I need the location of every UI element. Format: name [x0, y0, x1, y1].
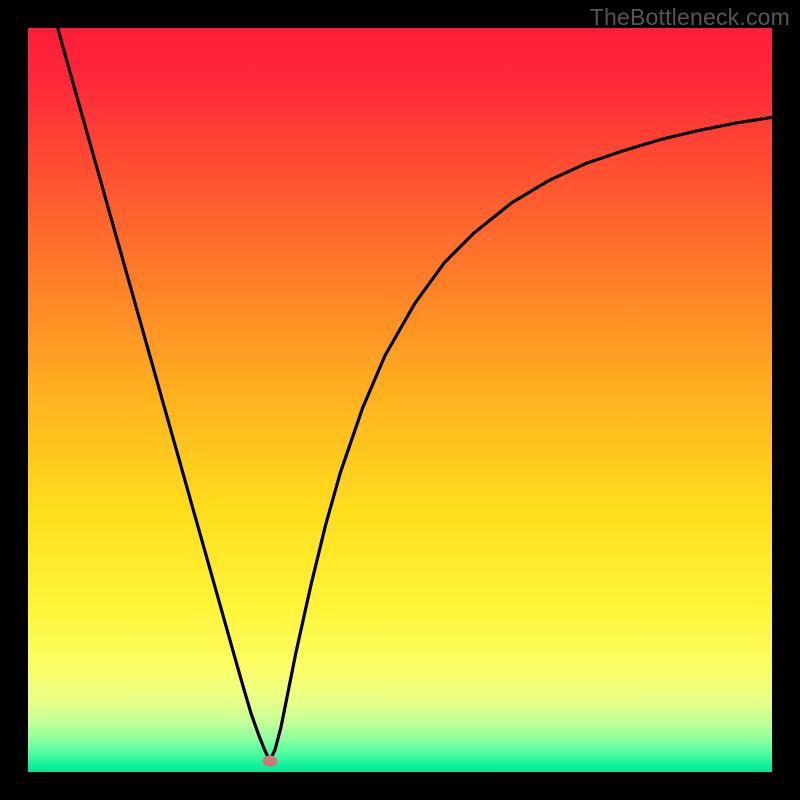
chart-svg: [0, 0, 800, 800]
minimum-marker: [262, 755, 277, 766]
watermark-label: TheBottleneck.com: [590, 4, 790, 31]
chart-container: TheBottleneck.com: [0, 0, 800, 800]
